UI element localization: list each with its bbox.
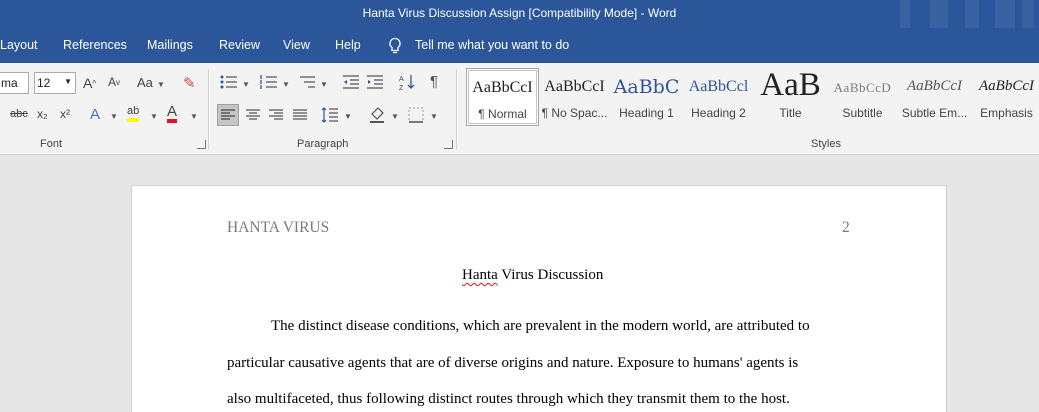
chevron-down-icon: ▼ xyxy=(391,112,399,121)
styles-group-label: Styles xyxy=(811,138,841,150)
font-dialog-launcher-icon[interactable] xyxy=(197,140,206,149)
tell-me-search[interactable]: Tell me what you want to do xyxy=(415,38,569,52)
sort-icon[interactable]: A Z xyxy=(398,73,416,91)
text-effects-button[interactable]: A xyxy=(90,106,100,123)
svg-text:A: A xyxy=(399,76,404,83)
chevron-down-icon: ▼ xyxy=(157,80,165,89)
line-spacing-icon[interactable] xyxy=(320,105,340,125)
chevron-down-icon: ▼ xyxy=(150,112,158,121)
multilevel-list-icon[interactable] xyxy=(298,74,318,90)
increase-indent-icon[interactable] xyxy=(366,74,384,90)
body-line: particular causative agents that are of … xyxy=(227,355,799,371)
font-size-field[interactable]: 12 ▼ xyxy=(34,72,76,94)
style-no-spacing[interactable]: AaBbCcI ¶ No Spac... xyxy=(538,68,611,126)
superscript-button[interactable]: x² xyxy=(60,107,70,121)
spelling-error-word[interactable]: Hanta xyxy=(462,267,498,283)
group-divider xyxy=(208,69,209,149)
style-title[interactable]: AaB Title xyxy=(754,67,827,126)
chevron-down-icon: ▼ xyxy=(430,112,438,121)
align-left-button[interactable] xyxy=(217,104,239,126)
subscript-button[interactable]: x₂ xyxy=(37,107,48,121)
chevron-down-icon: ▼ xyxy=(64,77,72,86)
align-center-icon[interactable] xyxy=(244,106,262,124)
styles-gallery: AaBbCcI ¶ Normal AaBbCcI ¶ No Spac... Aa… xyxy=(466,67,1039,128)
page-number: 2 xyxy=(842,219,850,236)
tab-view[interactable]: View xyxy=(283,38,310,52)
style-heading-1[interactable]: AaBbC Heading 1 xyxy=(610,68,683,126)
style-normal[interactable]: AaBbCcI ¶ Normal xyxy=(466,68,539,126)
strikethrough-button[interactable]: abc xyxy=(10,108,28,120)
chevron-down-icon: ▼ xyxy=(320,80,328,89)
paragraph-group-label: Paragraph xyxy=(297,138,349,150)
tab-mailings[interactable]: Mailings xyxy=(147,38,193,52)
numbering-icon[interactable] xyxy=(259,74,279,90)
change-case-button[interactable]: Aa xyxy=(137,75,153,90)
tab-help[interactable]: Help xyxy=(335,38,361,52)
show-hide-marks-button[interactable]: ¶ xyxy=(430,73,438,90)
align-left-icon xyxy=(221,109,235,120)
shrink-font-button[interactable]: Av xyxy=(108,75,120,89)
body-line: The distinct disease conditions, which a… xyxy=(271,318,810,334)
paragraph-dialog-launcher-icon[interactable] xyxy=(444,140,453,149)
justify-icon[interactable] xyxy=(291,106,309,124)
style-subtitle[interactable]: AaBbCcD Subtitle xyxy=(826,68,899,126)
grow-font-button[interactable]: A ^ xyxy=(83,75,96,91)
font-group-label: Font xyxy=(40,138,63,150)
lightbulb-icon xyxy=(389,37,401,54)
font-size-value: 12 xyxy=(37,76,51,90)
title-bar: Hanta Virus Discussion Assign [Compatibi… xyxy=(0,0,1039,28)
tab-references[interactable]: References xyxy=(63,38,127,52)
document-title: Hanta Virus Discussion xyxy=(462,267,604,283)
font-color-button[interactable]: A xyxy=(167,103,178,123)
style-heading-2[interactable]: AaBbCcl Heading 2 xyxy=(682,68,755,126)
tab-layout[interactable]: Layout xyxy=(0,38,38,52)
body-line: also multifaceted, thus following distin… xyxy=(227,391,790,407)
tab-review[interactable]: Review xyxy=(219,38,260,52)
chevron-down-icon: ▼ xyxy=(110,112,118,121)
window-title: Hanta Virus Discussion Assign [Compatibi… xyxy=(362,6,677,20)
svg-text:Z: Z xyxy=(399,85,404,91)
running-head: HANTA VIRUS xyxy=(227,219,330,236)
shading-icon[interactable] xyxy=(367,105,387,125)
font-name-field[interactable]: ma xyxy=(0,72,29,94)
clear-formatting-icon[interactable]: ✎ xyxy=(183,74,196,92)
align-right-icon[interactable] xyxy=(267,106,285,124)
chevron-down-icon: ▼ xyxy=(344,112,352,121)
borders-icon[interactable] xyxy=(407,106,425,124)
chevron-down-icon: ▼ xyxy=(242,80,250,89)
bullets-icon[interactable] xyxy=(219,74,239,90)
chevron-down-icon: ▼ xyxy=(282,80,290,89)
chevron-down-icon: ▼ xyxy=(190,112,198,121)
style-emphasis[interactable]: AaBbCcI Emphasis xyxy=(970,68,1039,126)
group-divider xyxy=(456,69,457,149)
document-page[interactable]: HANTA VIRUS 2 Hanta Virus Discussion The… xyxy=(132,186,946,412)
decrease-indent-icon[interactable] xyxy=(342,74,360,90)
highlight-button[interactable]: ab xyxy=(127,104,140,122)
ribbon-tabs: Layout References Mailings Review View H… xyxy=(0,28,1039,63)
style-subtle-emphasis[interactable]: AaBbCcI Subtle Em... xyxy=(898,68,971,126)
